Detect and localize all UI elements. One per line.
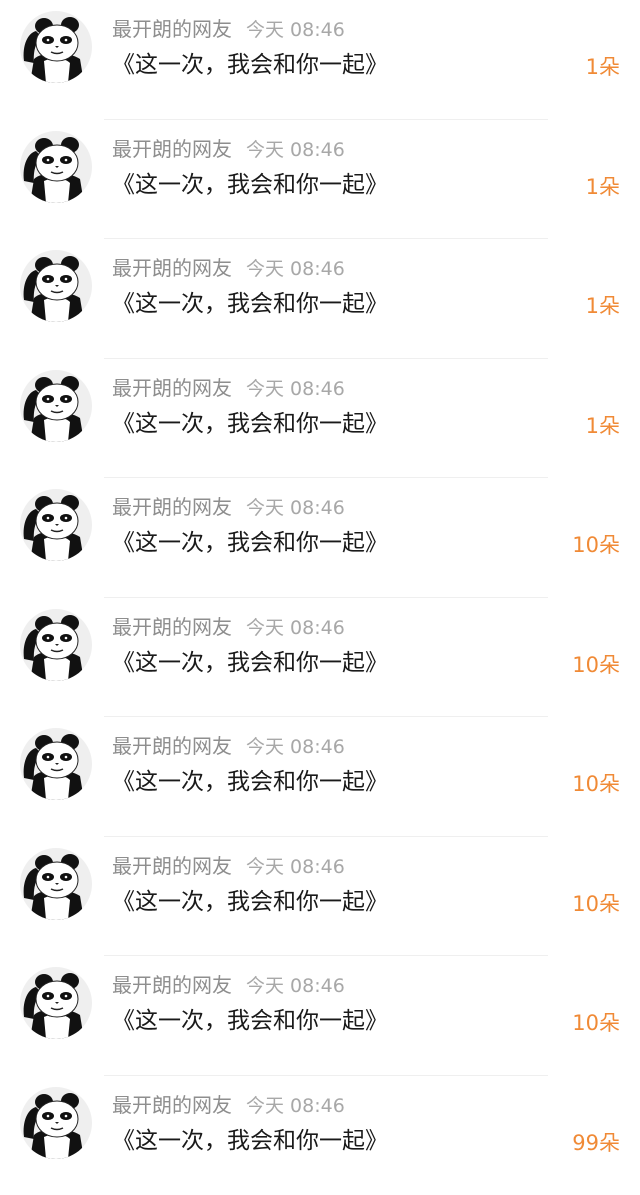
comment-meta: 最开朗的网友今天 08:46	[112, 732, 345, 760]
avatar[interactable]	[20, 370, 92, 442]
flower-gift-count[interactable]: 1朵	[586, 52, 620, 82]
flower-gift-count[interactable]: 1朵	[586, 411, 620, 441]
flower-gift-count[interactable]: 10朵	[572, 530, 620, 560]
avatar[interactable]	[20, 489, 92, 561]
comment-time: 今天 08:46	[246, 617, 345, 639]
comment-meta: 最开朗的网友今天 08:46	[112, 374, 345, 402]
comment-meta: 最开朗的网友今天 08:46	[112, 852, 345, 880]
avatar[interactable]	[20, 250, 92, 322]
comment-time: 今天 08:46	[246, 258, 345, 280]
comment-meta: 最开朗的网友今天 08:46	[112, 971, 345, 999]
comment-text: 《这一次，我会和你一起》	[112, 49, 388, 81]
flower-gift-count[interactable]: 10朵	[572, 889, 620, 919]
panda-meme-avatar-icon	[20, 967, 92, 1039]
avatar[interactable]	[20, 11, 92, 83]
flower-gift-count[interactable]: 10朵	[572, 1008, 620, 1038]
panda-meme-avatar-icon	[20, 370, 92, 442]
comment-meta: 最开朗的网友今天 08:46	[112, 493, 345, 521]
comment-text: 《这一次，我会和你一起》	[112, 766, 388, 798]
avatar[interactable]	[20, 728, 92, 800]
avatar[interactable]	[20, 131, 92, 203]
flower-gift-count[interactable]: 10朵	[572, 769, 620, 799]
avatar[interactable]	[20, 848, 92, 920]
username[interactable]: 最开朗的网友	[112, 734, 232, 758]
comment-item[interactable]: 最开朗的网友今天 08:46 《这一次，我会和你一起》 10朵	[0, 717, 640, 837]
username[interactable]: 最开朗的网友	[112, 376, 232, 400]
comment-time: 今天 08:46	[246, 736, 345, 758]
comment-text: 《这一次，我会和你一起》	[112, 169, 388, 201]
comment-meta: 最开朗的网友今天 08:46	[112, 613, 345, 641]
comment-text: 《这一次，我会和你一起》	[112, 408, 388, 440]
flower-gift-count[interactable]: 1朵	[586, 291, 620, 321]
comment-time: 今天 08:46	[246, 497, 345, 519]
flower-gift-count[interactable]: 1朵	[586, 172, 620, 202]
comment-text: 《这一次，我会和你一起》	[112, 886, 388, 918]
panda-meme-avatar-icon	[20, 489, 92, 561]
panda-meme-avatar-icon	[20, 848, 92, 920]
comment-meta: 最开朗的网友今天 08:46	[112, 15, 345, 43]
panda-meme-avatar-icon	[20, 131, 92, 203]
username[interactable]: 最开朗的网友	[112, 495, 232, 519]
username[interactable]: 最开朗的网友	[112, 256, 232, 280]
username[interactable]: 最开朗的网友	[112, 854, 232, 878]
comment-time: 今天 08:46	[246, 378, 345, 400]
comment-item[interactable]: 最开朗的网友今天 08:46 《这一次，我会和你一起》 1朵	[0, 0, 640, 120]
comment-item[interactable]: 最开朗的网友今天 08:46 《这一次，我会和你一起》 10朵	[0, 956, 640, 1076]
comment-item[interactable]: 最开朗的网友今天 08:46 《这一次，我会和你一起》 99朵	[0, 1076, 640, 1195]
username[interactable]: 最开朗的网友	[112, 17, 232, 41]
comment-item[interactable]: 最开朗的网友今天 08:46 《这一次，我会和你一起》 1朵	[0, 239, 640, 359]
comment-meta: 最开朗的网友今天 08:46	[112, 254, 345, 282]
comment-time: 今天 08:46	[246, 19, 345, 41]
flower-gift-count[interactable]: 99朵	[572, 1128, 620, 1158]
comment-item[interactable]: 最开朗的网友今天 08:46 《这一次，我会和你一起》 10朵	[0, 598, 640, 718]
comment-meta: 最开朗的网友今天 08:46	[112, 1091, 345, 1119]
comment-text: 《这一次，我会和你一起》	[112, 527, 388, 559]
flower-gift-count[interactable]: 10朵	[572, 650, 620, 680]
avatar[interactable]	[20, 1087, 92, 1159]
comment-time: 今天 08:46	[246, 139, 345, 161]
comment-text: 《这一次，我会和你一起》	[112, 1005, 388, 1037]
panda-meme-avatar-icon	[20, 250, 92, 322]
avatar[interactable]	[20, 609, 92, 681]
panda-meme-avatar-icon	[20, 609, 92, 681]
comment-text: 《这一次，我会和你一起》	[112, 1125, 388, 1157]
username[interactable]: 最开朗的网友	[112, 973, 232, 997]
comment-time: 今天 08:46	[246, 1095, 345, 1117]
panda-meme-avatar-icon	[20, 11, 92, 83]
panda-meme-avatar-icon	[20, 1087, 92, 1159]
comment-text: 《这一次，我会和你一起》	[112, 647, 388, 679]
comment-item[interactable]: 最开朗的网友今天 08:46 《这一次，我会和你一起》 10朵	[0, 837, 640, 957]
comment-item[interactable]: 最开朗的网友今天 08:46 《这一次，我会和你一起》 1朵	[0, 359, 640, 479]
username[interactable]: 最开朗的网友	[112, 1093, 232, 1117]
username[interactable]: 最开朗的网友	[112, 137, 232, 161]
panda-meme-avatar-icon	[20, 728, 92, 800]
comment-feed: 最开朗的网友今天 08:46 《这一次，我会和你一起》 1朵	[0, 0, 640, 1165]
comment-item[interactable]: 最开朗的网友今天 08:46 《这一次，我会和你一起》 1朵	[0, 120, 640, 240]
comment-time: 今天 08:46	[246, 975, 345, 997]
comment-time: 今天 08:46	[246, 856, 345, 878]
username[interactable]: 最开朗的网友	[112, 615, 232, 639]
comment-text: 《这一次，我会和你一起》	[112, 288, 388, 320]
comment-meta: 最开朗的网友今天 08:46	[112, 135, 345, 163]
avatar[interactable]	[20, 967, 92, 1039]
comment-item[interactable]: 最开朗的网友今天 08:46 《这一次，我会和你一起》 10朵	[0, 478, 640, 598]
